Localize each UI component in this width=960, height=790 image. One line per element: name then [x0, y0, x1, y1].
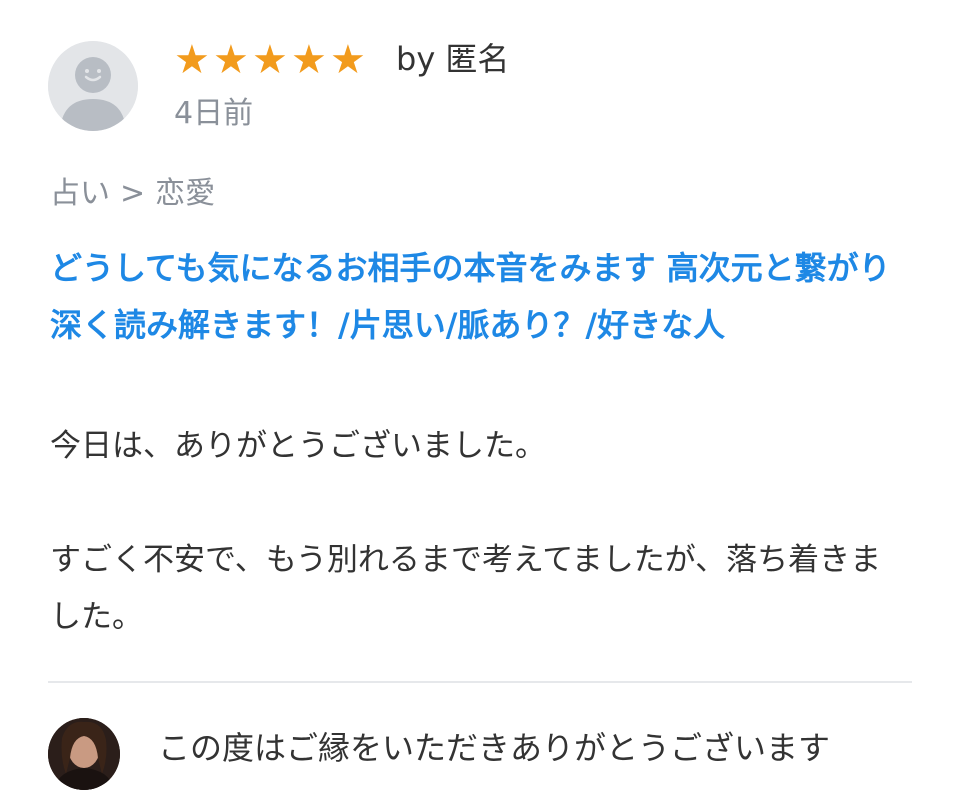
star-icon: ★: [291, 37, 327, 83]
review-text-line: すごく不安で、もう別れるまで考えてましたが、落ち着きました。: [50, 542, 882, 635]
default-user-icon: [48, 41, 138, 131]
star-icon: ★: [174, 37, 210, 83]
review-text-line: 今日は、ありがとうございました。: [50, 428, 546, 464]
star-icon: ★: [252, 37, 288, 83]
seller-avatar[interactable]: [48, 718, 120, 790]
star-icon: ★: [213, 37, 249, 83]
seller-photo-avatar: [48, 718, 120, 790]
breadcrumb: 占い > 恋愛: [50, 173, 215, 215]
rating-stars: ★ ★ ★ ★ ★: [174, 37, 366, 83]
review-text-line: [50, 475, 912, 532]
review-body: 今日は、ありがとうございました。 すごく不安で、もう別れるまで考えてましたが、落…: [50, 418, 912, 646]
divider: [48, 681, 912, 683]
breadcrumb-separator: >: [120, 176, 146, 211]
seller-reply-text: この度はご縁をいただきありがとうございます: [158, 729, 831, 767]
category-child-link[interactable]: 恋愛: [155, 173, 215, 215]
reviewer-avatar: [48, 41, 138, 131]
review-date: 4日前: [174, 96, 254, 131]
category-parent-link[interactable]: 占い: [50, 173, 110, 215]
star-icon: ★: [330, 37, 366, 83]
service-title-link[interactable]: どうしても気になるお相手の本音をみます 高次元と繋がり深く読み解きます！/片思い…: [50, 240, 912, 354]
review-author: by 匿名: [396, 40, 510, 78]
